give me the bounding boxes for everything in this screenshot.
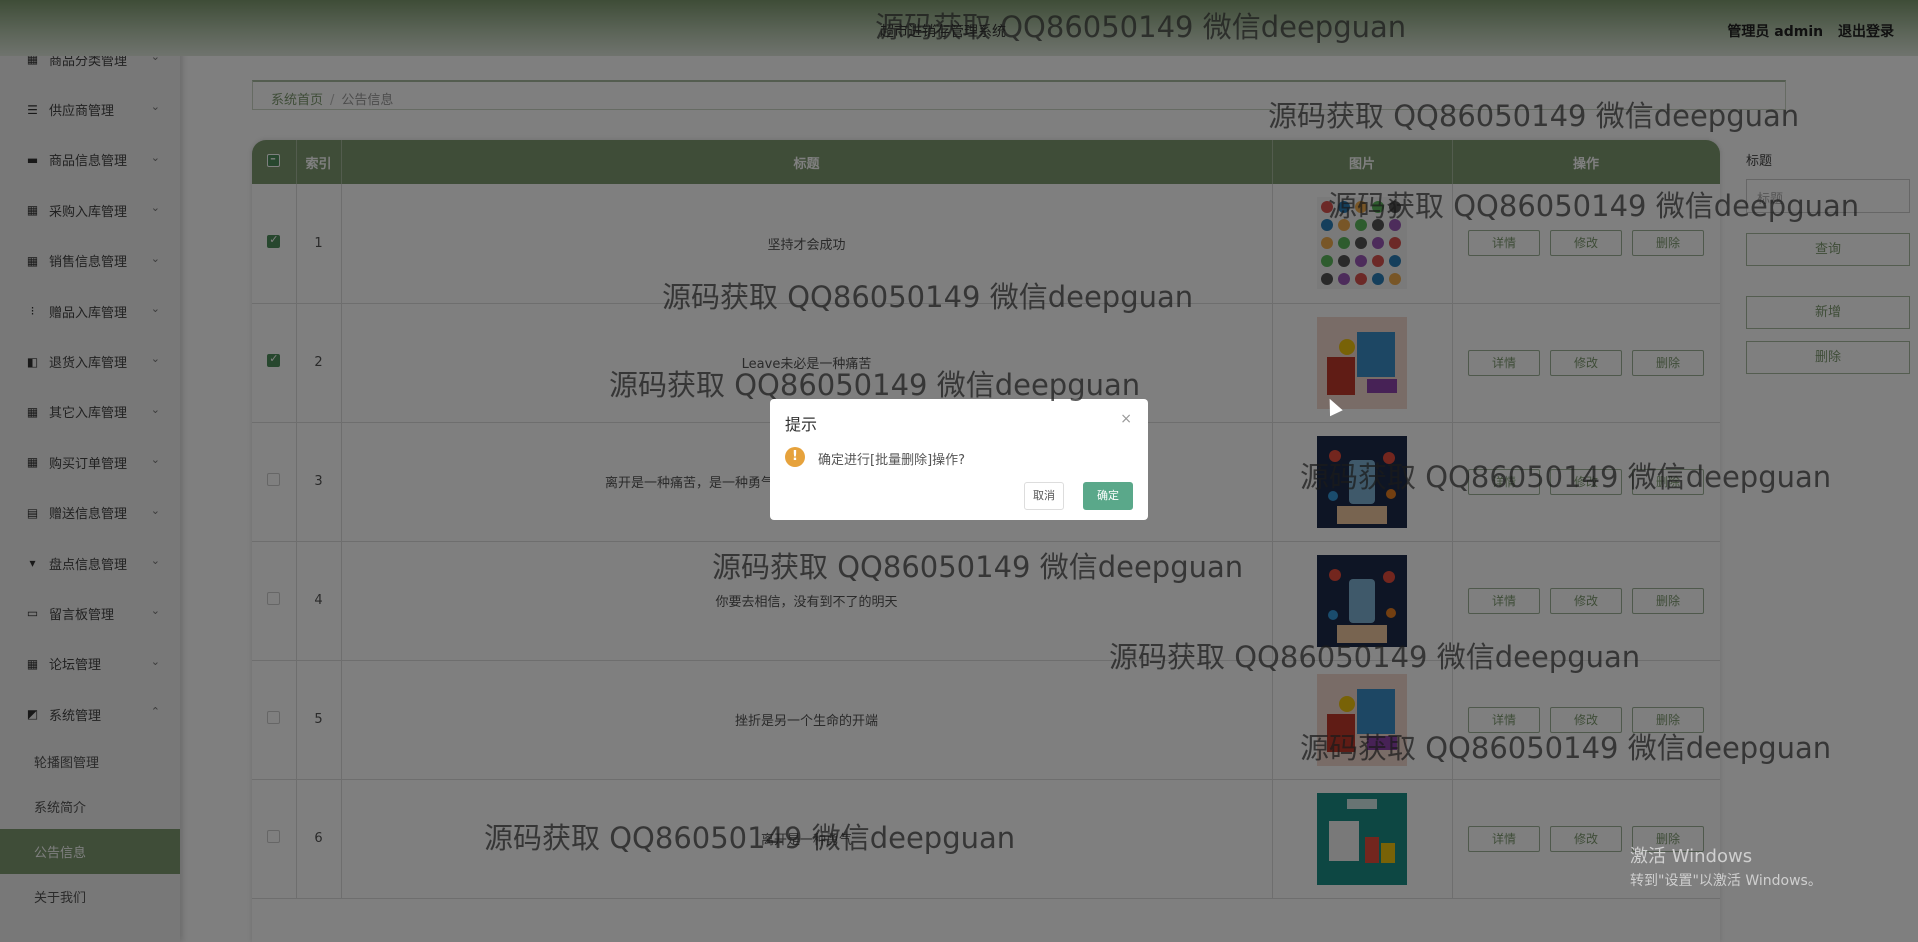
watermark: 源码获取 QQ86050149 微信deepguan [1300, 731, 1832, 765]
watermark: 源码获取 QQ86050149 微信deepguan [1300, 460, 1832, 494]
watermark: 源码获取 QQ86050149 微信deepguan [712, 550, 1244, 584]
dialog-message: 确定进行[批量删除]操作? [818, 453, 966, 468]
watermark: 源码获取 QQ86050149 微信deepguan [662, 280, 1194, 314]
watermark: 源码获取 QQ86050149 微信deepguan [484, 821, 1016, 855]
confirm-dialog: 提示 × ! 确定进行[批量删除]操作? 取消 确定 [770, 399, 1148, 520]
windows-activation-notice: 激活 Windows 转到"设置"以激活 Windows。 [1630, 845, 1822, 893]
dialog-title: 提示 [785, 415, 818, 434]
warning-icon: ! [785, 447, 805, 467]
close-icon[interactable]: × [1120, 411, 1132, 427]
watermark: 源码获取 QQ86050149 微信deepguan [1328, 189, 1860, 223]
windows-activation-line2: 转到"设置"以激活 Windows。 [1630, 873, 1822, 889]
confirm-button[interactable]: 确定 [1083, 482, 1133, 510]
watermark: 源码获取 QQ86050149 微信deepguan [1268, 99, 1800, 133]
watermark: 源码获取 QQ86050149 微信deepguan [609, 368, 1141, 402]
watermark: 源码获取 QQ86050149 微信deepguan [875, 10, 1407, 44]
cancel-button[interactable]: 取消 [1024, 482, 1064, 510]
windows-activation-line1: 激活 Windows [1630, 846, 1753, 867]
watermark: 源码获取 QQ86050149 微信deepguan [1109, 640, 1641, 674]
